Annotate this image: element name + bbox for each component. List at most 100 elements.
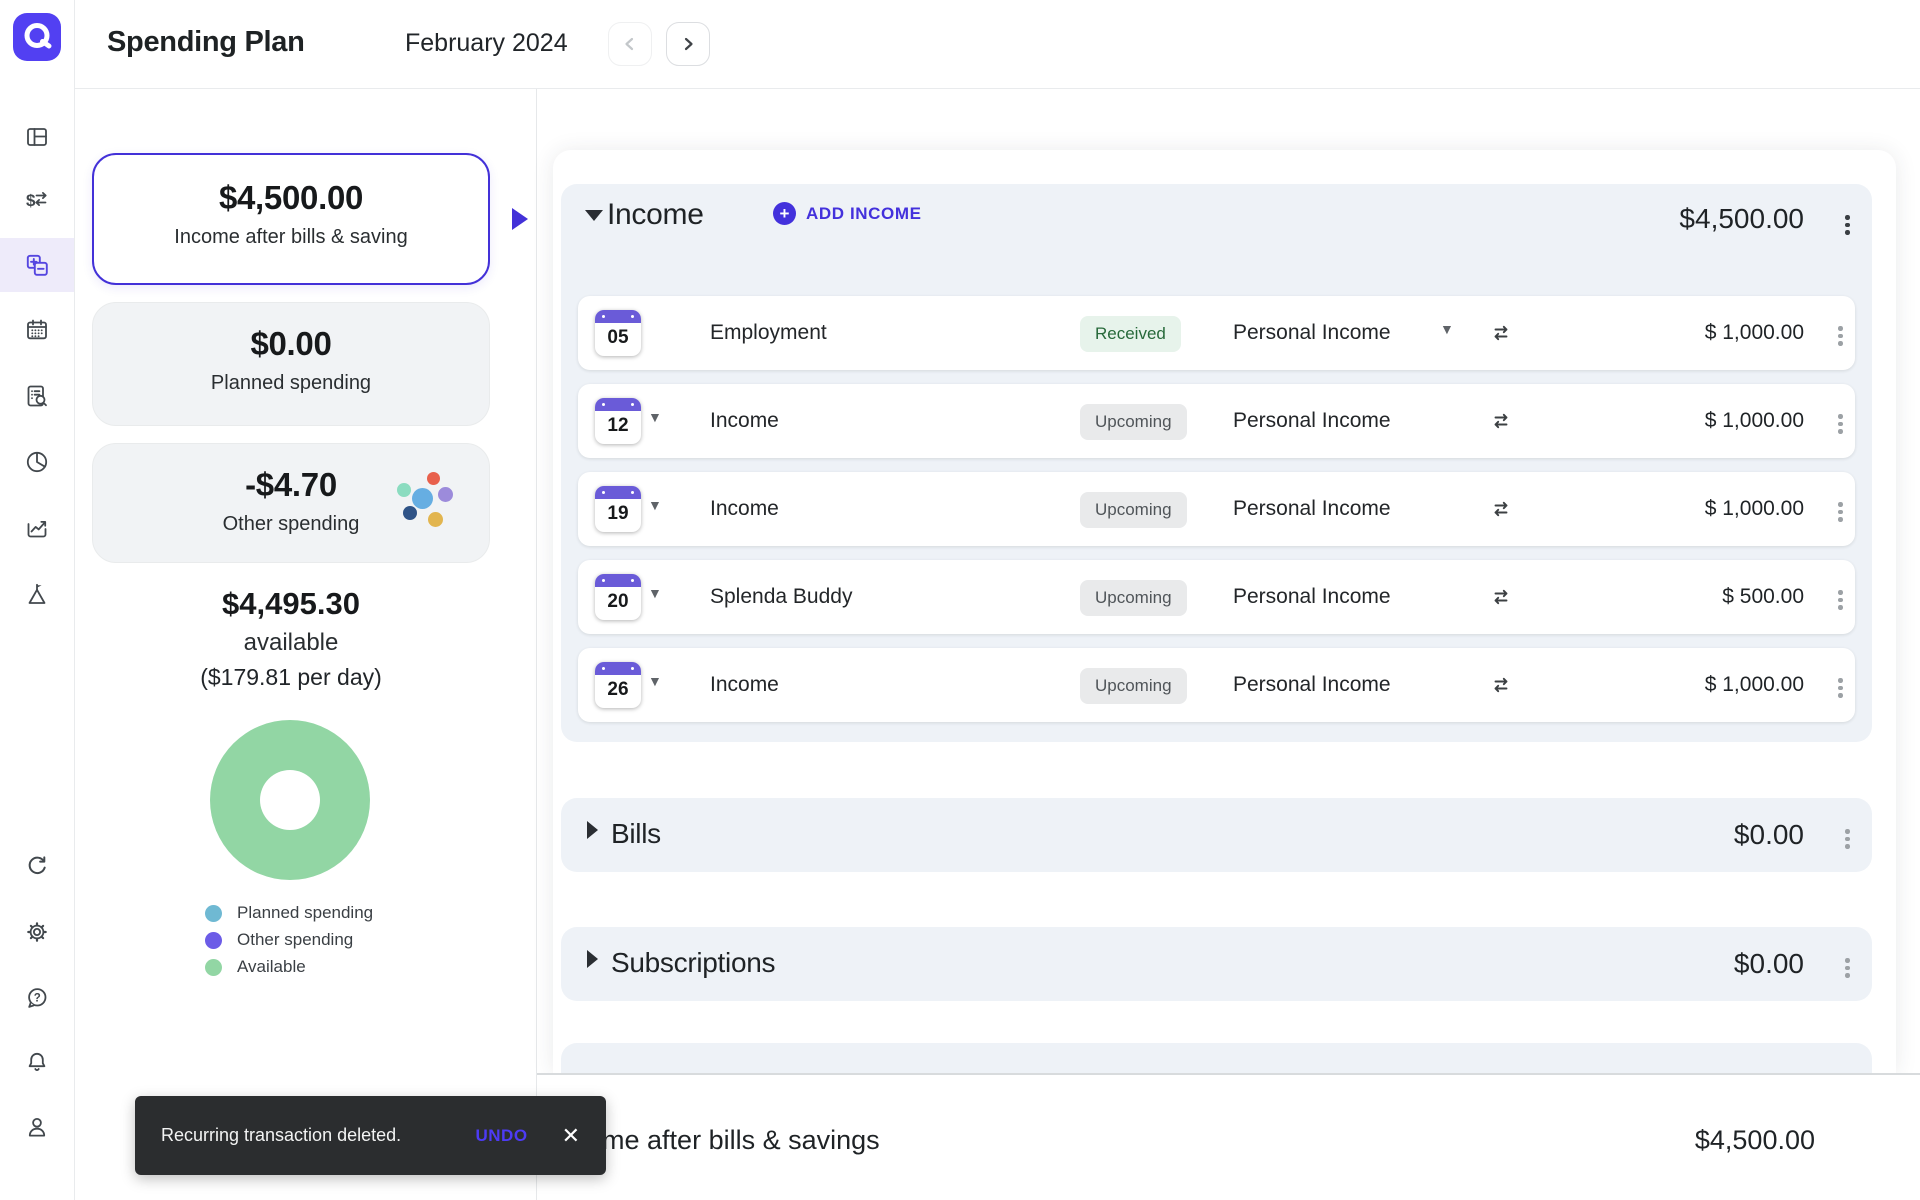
donut-legend: Planned spending Other spending Availabl… (205, 903, 373, 976)
sidebar-item-settings[interactable] (0, 905, 74, 959)
sidebar-item-goals[interactable] (0, 568, 74, 622)
date-caret-icon[interactable]: ▼ (648, 409, 662, 425)
date-day: 19 (607, 503, 629, 524)
bills-total: $0.00 (1733, 819, 1804, 850)
category-select[interactable]: Personal Income (1233, 585, 1391, 609)
pie-chart-icon (26, 451, 48, 473)
transaction-name: Income (710, 673, 779, 696)
income-row[interactable]: 05 Employment Received Personal Income ▼… (578, 296, 1855, 370)
calendar-strip (595, 398, 641, 411)
income-row[interactable]: 26 ▼ Income Upcoming Personal Income $ 1… (578, 648, 1855, 722)
transaction-name: Income (710, 409, 779, 432)
status-badge: Upcoming (1080, 404, 1187, 440)
page-title: Spending Plan (107, 26, 305, 58)
line-chart-icon (27, 521, 47, 538)
recurring-icon (1490, 410, 1512, 437)
income-section-title: Income (607, 198, 704, 231)
bills-section-title: Bills (611, 818, 661, 849)
legend-dot-planned (205, 904, 222, 922)
footer-amount: $4,500.00 (1694, 1125, 1815, 1155)
legend-dot-other (205, 931, 222, 949)
date-badge[interactable]: 20 (595, 574, 641, 620)
sidebar-item-refresh[interactable] (0, 840, 74, 894)
dollar-arrows-icon: $ (26, 191, 47, 210)
category-select[interactable]: Personal Income (1233, 409, 1391, 433)
sidebar-item-dashboard[interactable] (0, 110, 74, 164)
date-badge[interactable]: 12 (595, 398, 641, 444)
legend-dot-available (205, 958, 222, 976)
income-row[interactable]: 19 ▼ Income Upcoming Personal Income $ 1… (578, 472, 1855, 546)
available-label: available (243, 629, 339, 656)
app-logo[interactable] (13, 13, 61, 61)
add-income-label: ADD INCOME (806, 203, 922, 223)
add-income-button[interactable]: + ADD INCOME (773, 202, 922, 225)
available-amount: $4,495.30 (222, 586, 360, 621)
svg-text:?: ? (34, 992, 41, 1004)
footer-summary-bar: Income after bills & savings $4,500.00 (537, 1073, 1920, 1200)
recurring-icon (1490, 498, 1512, 525)
help-icon: ? (28, 988, 47, 1008)
row-menu-button[interactable] (1838, 675, 1843, 701)
sidebar-item-transactions[interactable]: $ (0, 173, 74, 227)
row-menu-button[interactable] (1838, 323, 1843, 349)
income-total: $4,500.00 (1679, 203, 1804, 234)
subscriptions-menu-button[interactable] (1845, 955, 1850, 981)
income-row[interactable]: 12 ▼ Income Upcoming Personal Income $ 1… (578, 384, 1855, 458)
prev-month-button[interactable] (608, 22, 652, 66)
legend-item: Available (205, 957, 373, 976)
income-row[interactable]: 20 ▼ Splenda Buddy Upcoming Personal Inc… (578, 560, 1855, 634)
next-month-button[interactable] (666, 22, 710, 66)
legend-label: Other spending (237, 930, 354, 949)
sidebar-item-profile[interactable] (0, 1100, 74, 1154)
dashboard-icon (27, 128, 47, 146)
per-day-amount: ($179.81 per day) (200, 664, 382, 690)
card-value: $0.00 (250, 325, 332, 362)
close-icon[interactable]: ✕ (562, 1124, 580, 1147)
sidebar-item-watchlists[interactable] (0, 435, 74, 489)
svg-text:$: $ (26, 191, 36, 210)
category-select[interactable]: Personal Income (1233, 321, 1391, 345)
date-badge[interactable]: 19 (595, 486, 641, 532)
calendar-strip (595, 574, 641, 587)
row-menu-button[interactable] (1838, 499, 1843, 525)
status-badge: Upcoming (1080, 668, 1187, 704)
expand-subscriptions-icon[interactable] (587, 950, 598, 968)
card-value: $4,500.00 (218, 179, 364, 216)
sidebar-item-calendar[interactable] (0, 303, 74, 357)
date-caret-icon[interactable]: ▼ (648, 497, 662, 513)
date-caret-icon[interactable]: ▼ (648, 585, 662, 601)
chevron-left-icon (625, 37, 634, 51)
amount: $ 1,000.00 (1704, 497, 1804, 520)
summary-card-other-spending[interactable]: -$4.70 Other spending (92, 443, 490, 563)
row-menu-button[interactable] (1838, 587, 1843, 613)
legend-item: Planned spending (205, 903, 373, 922)
status-badge: Upcoming (1080, 492, 1187, 528)
sidebar-item-help[interactable]: ? (0, 971, 74, 1025)
row-menu-button[interactable] (1838, 411, 1843, 437)
category-select[interactable]: Personal Income (1233, 673, 1391, 697)
legend-label: Available (237, 957, 306, 976)
next-section-partial (561, 1043, 1872, 1073)
expand-bills-icon[interactable] (587, 821, 598, 839)
date-caret-icon[interactable]: ▼ (648, 673, 662, 689)
date-badge[interactable]: 05 (595, 310, 641, 356)
sidebar-item-reports[interactable] (0, 369, 74, 423)
bills-menu-button[interactable] (1845, 826, 1850, 852)
plan-content-card: Income + ADD INCOME $4,500.00 05 Employm… (553, 150, 1896, 1073)
sidebar-item-spending-plan[interactable] (0, 238, 74, 292)
subscriptions-section: Subscriptions $0.00 (561, 927, 1872, 1001)
date-day: 26 (607, 679, 629, 700)
summary-card-planned-spending[interactable]: $0.00 Planned spending (92, 302, 490, 426)
date-badge[interactable]: 26 (595, 662, 641, 708)
summary-card-income-after-bills[interactable]: $4,500.00 Income after bills & saving (92, 153, 490, 285)
card-label: Income after bills & saving (174, 226, 408, 248)
sidebar-item-notifications[interactable] (0, 1035, 74, 1089)
sidebar-item-investments[interactable] (0, 501, 74, 555)
undo-button[interactable]: UNDO (476, 1126, 528, 1146)
category-caret-icon[interactable]: ▼ (1440, 321, 1454, 337)
bell-icon (28, 1052, 46, 1071)
collapse-income-icon[interactable] (585, 210, 603, 221)
category-select[interactable]: Personal Income (1233, 497, 1391, 521)
category-dots-icon (397, 472, 455, 530)
income-menu-button[interactable] (1845, 212, 1850, 238)
